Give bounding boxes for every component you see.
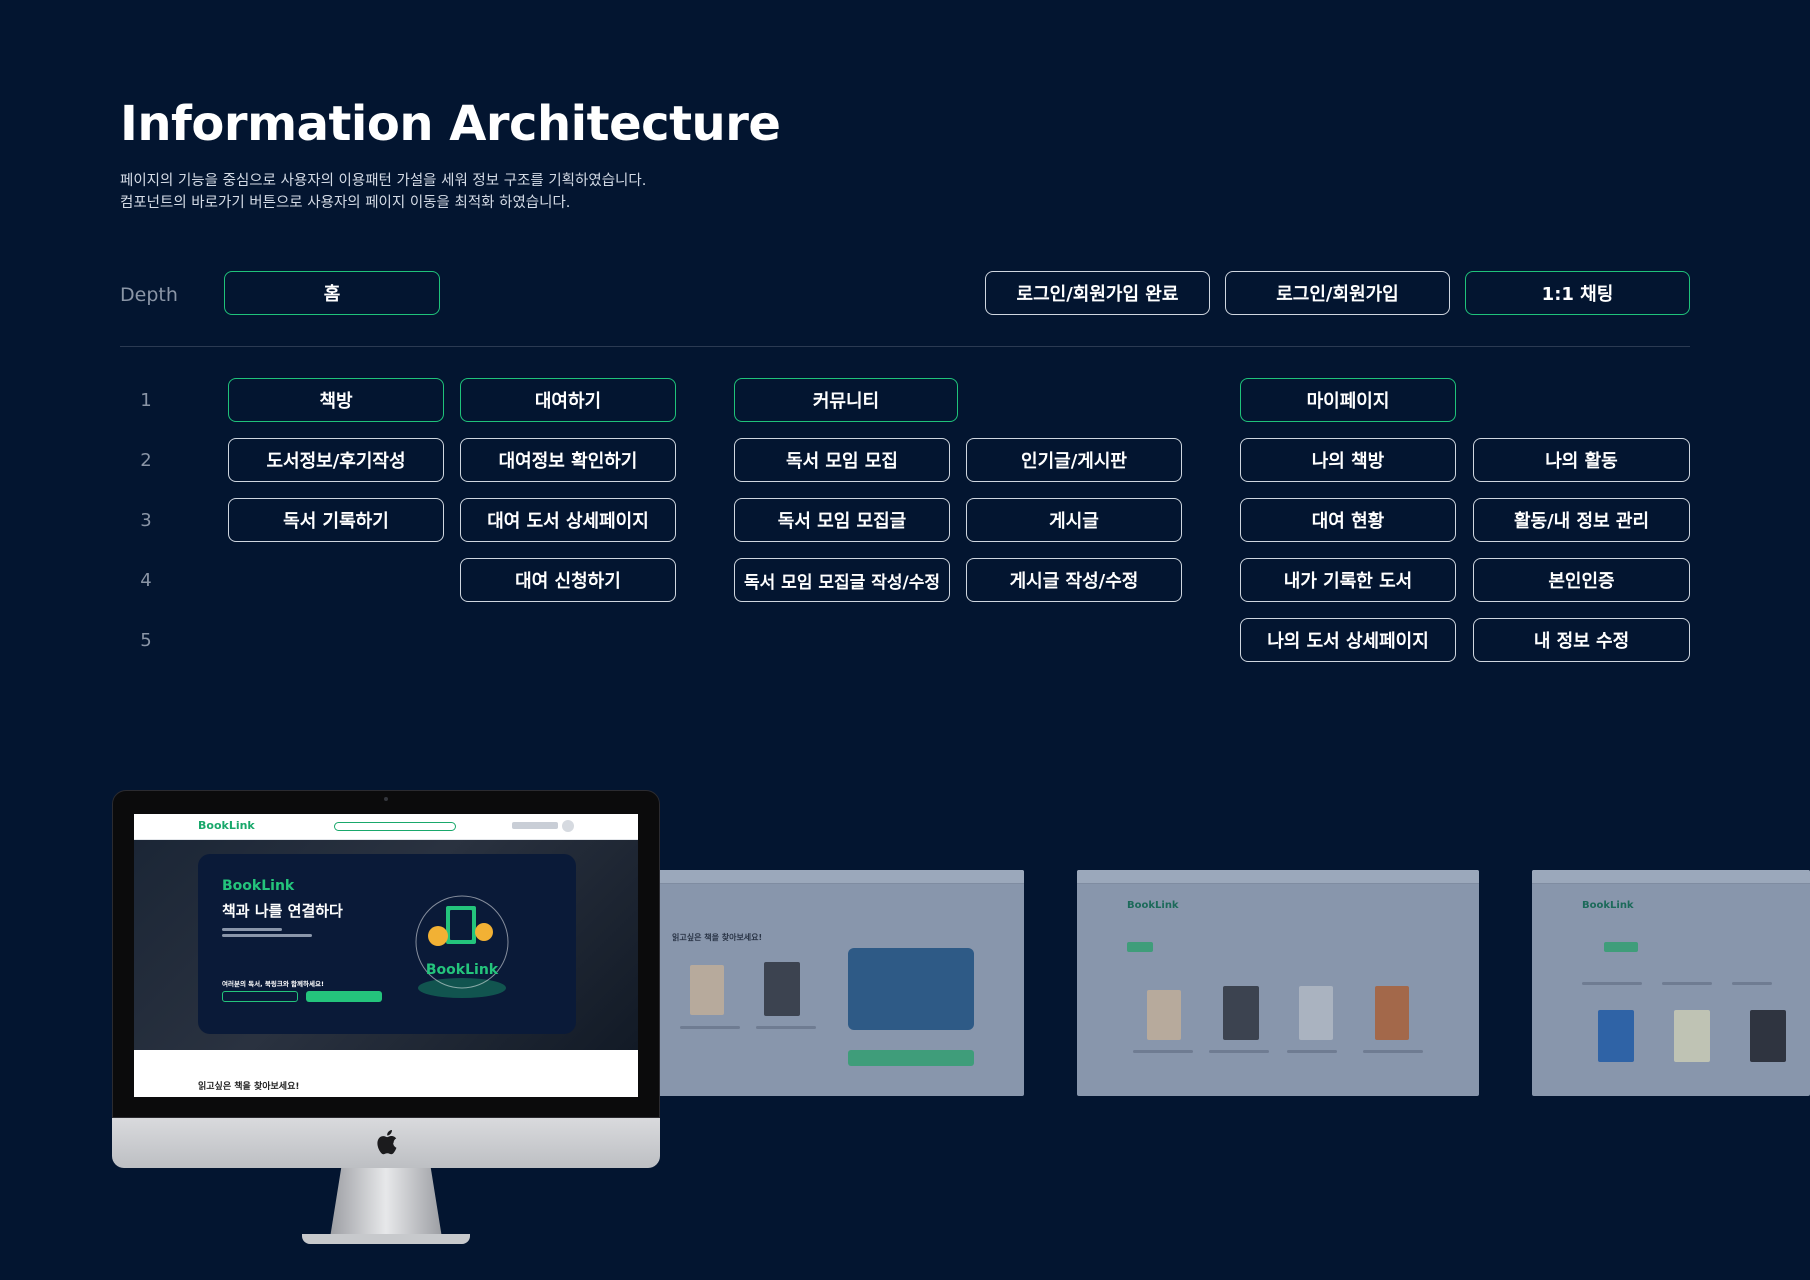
ia-node: 내가 기록한 도서 <box>1240 558 1456 602</box>
ia-node: 인기글/게시판 <box>966 438 1182 482</box>
ia-node-login: 로그인/회원가입 <box>1225 271 1450 315</box>
ia-node-mypage: 마이페이지 <box>1240 378 1456 422</box>
text-line <box>1732 982 1772 985</box>
text-line <box>1133 1050 1193 1053</box>
ia-node: 활동/내 정보 관리 <box>1473 498 1690 542</box>
ia-node: 게시글 작성/수정 <box>966 558 1182 602</box>
screenshot-section-title: 읽고싶은 책을 찾아보세요! <box>672 933 763 942</box>
apple-logo-icon <box>377 1130 397 1155</box>
mock-hero: BookLink 책과 나를 연결하다 여러분의 독서, 북링크와 함께하세요!… <box>134 840 638 1050</box>
mock-hero-button-filled <box>306 991 382 1002</box>
ia-node-rental: 대여하기 <box>460 378 676 422</box>
book-cover <box>1299 986 1333 1040</box>
ia-node: 독서 모임 모집글 <box>734 498 950 542</box>
ia-node: 내 정보 수정 <box>1473 618 1690 662</box>
mock-hero-logo: BookLink <box>222 878 295 894</box>
ia-node-home: 홈 <box>224 271 440 315</box>
ia-node: 독서 기록하기 <box>228 498 444 542</box>
imac-stand <box>330 1168 442 1238</box>
mock-hero-subtitle: 여러분의 독서, 북링크와 함께하세요! <box>222 980 324 988</box>
ia-node-bookroom: 책방 <box>228 378 444 422</box>
ia-node: 게시글 <box>966 498 1182 542</box>
ia-node: 대여 도서 상세페이지 <box>460 498 676 542</box>
page-description-line-2: 컴포넌트의 바로가기 버튼으로 사용자의 페이지 이동을 최적화 하였습니다. <box>120 195 571 211</box>
ia-node-community: 커뮤니티 <box>734 378 958 422</box>
book-cover <box>764 962 800 1016</box>
browser-bar <box>1532 870 1810 884</box>
mock-navbar: BookLink <box>134 814 638 840</box>
tab-chip <box>1127 942 1153 952</box>
ia-node: 독서 모임 모집 <box>734 438 950 482</box>
book-cover <box>1598 1010 1634 1062</box>
mock-hero-text <box>222 928 282 931</box>
imac-screen: BookLink BookLink 책과 나를 연결하다 여러분의 독서, 북링… <box>134 814 638 1097</box>
book-cover <box>690 965 724 1015</box>
mock-search-bar <box>334 822 456 831</box>
ia-node: 대여 현황 <box>1240 498 1456 542</box>
text-line <box>680 1026 740 1029</box>
ia-node-login-complete: 로그인/회원가입 완료 <box>985 271 1210 315</box>
page-title: Information Architecture <box>120 96 781 152</box>
book-cover <box>1375 986 1409 1040</box>
mock-user-name <box>512 822 558 829</box>
imac-camera <box>384 797 388 801</box>
screenshot-logo: BookLink <box>1127 900 1179 911</box>
imac-foot <box>302 1234 470 1244</box>
ia-node: 대여정보 확인하기 <box>460 438 676 482</box>
text-line <box>756 1026 816 1029</box>
row-number-3: 3 <box>140 510 152 531</box>
text-line <box>1582 982 1642 985</box>
book-cover <box>1674 1010 1710 1062</box>
row-number-4: 4 <box>140 570 152 591</box>
text-line <box>1287 1050 1337 1053</box>
row-number-5: 5 <box>140 630 152 651</box>
row-number-1: 1 <box>140 390 152 411</box>
ia-node: 나의 책방 <box>1240 438 1456 482</box>
browser-bar <box>1077 870 1479 884</box>
mock-hero-illustration-icon: BookLink <box>415 895 509 998</box>
mock-nav-logo: BookLink <box>198 819 255 832</box>
mock-hero-card: BookLink 책과 나를 연결하다 여러분의 독서, 북링크와 함께하세요!… <box>198 854 576 1034</box>
ia-node: 나의 도서 상세페이지 <box>1240 618 1456 662</box>
screenshot-community: BookLink <box>1532 870 1810 1096</box>
screenshot-logo: BookLink <box>1582 900 1634 911</box>
mock-section-title: 읽고싶은 책을 찾아보세요! <box>198 1082 300 1092</box>
page-description-line-1: 페이지의 기능을 중심으로 사용자의 이용패턴 가설을 세워 정보 구조를 기획… <box>120 173 647 189</box>
browser-bar <box>640 870 1024 884</box>
text-line <box>1662 982 1712 985</box>
tab-chip <box>1604 942 1638 952</box>
promo-button <box>848 1050 974 1066</box>
book-cover <box>1223 986 1259 1040</box>
text-line <box>1209 1050 1269 1053</box>
promo-card <box>848 948 974 1030</box>
book-cover <box>1147 990 1181 1040</box>
svg-text:BookLink: BookLink <box>426 962 499 978</box>
depth-label: Depth <box>120 284 178 306</box>
ia-node: 대여 신청하기 <box>460 558 676 602</box>
ia-node: 나의 활동 <box>1473 438 1690 482</box>
ia-node: 독서 모임 모집글 작성/수정 <box>734 558 950 602</box>
screenshot-book-search: 읽고싶은 책을 찾아보세요! <box>640 870 1024 1096</box>
depth-divider <box>120 346 1690 347</box>
row-number-2: 2 <box>140 450 152 471</box>
mock-avatar <box>562 820 574 832</box>
book-cover <box>1750 1010 1786 1062</box>
ia-node: 본인인증 <box>1473 558 1690 602</box>
mock-hero-text <box>222 934 312 937</box>
ia-node-chat: 1:1 채팅 <box>1465 271 1690 315</box>
ia-node: 도서정보/후기작성 <box>228 438 444 482</box>
mock-hero-button-outline <box>222 991 298 1002</box>
text-line <box>1363 1050 1423 1053</box>
screenshot-bookroom: BookLink <box>1077 870 1479 1096</box>
mock-hero-title: 책과 나를 연결하다 <box>222 902 343 920</box>
